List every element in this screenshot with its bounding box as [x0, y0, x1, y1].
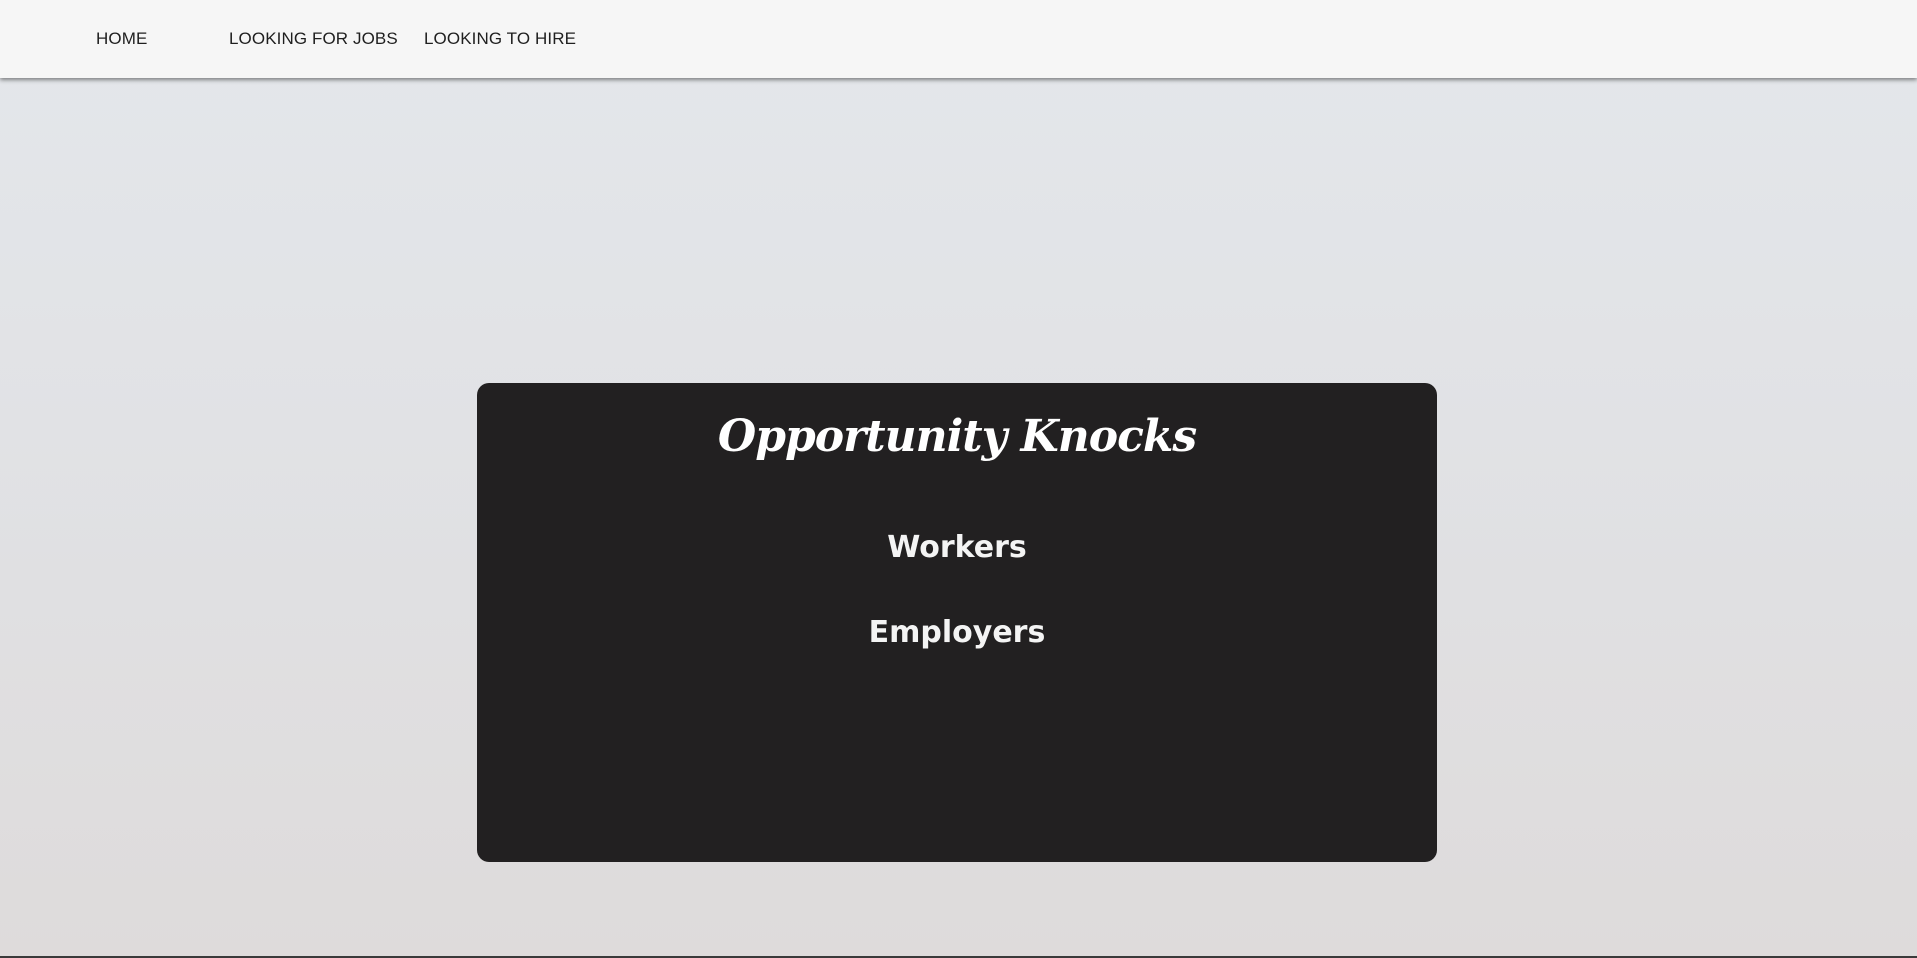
employers-link[interactable]: Employers [477, 615, 1437, 650]
workers-link[interactable]: Workers [477, 530, 1437, 565]
nav-link-looking-for-jobs[interactable]: LOOKING FOR JOBS [229, 29, 398, 49]
top-navbar: HOME LOOKING FOR JOBS LOOKING TO HIRE [0, 0, 1917, 78]
nav-link-looking-to-hire[interactable]: LOOKING TO HIRE [424, 29, 576, 49]
site-title: Opportunity Knocks [717, 411, 1197, 462]
hero-card: Opportunity Knocks Workers Employers [477, 383, 1437, 862]
nav-link-home[interactable]: HOME [96, 29, 147, 49]
